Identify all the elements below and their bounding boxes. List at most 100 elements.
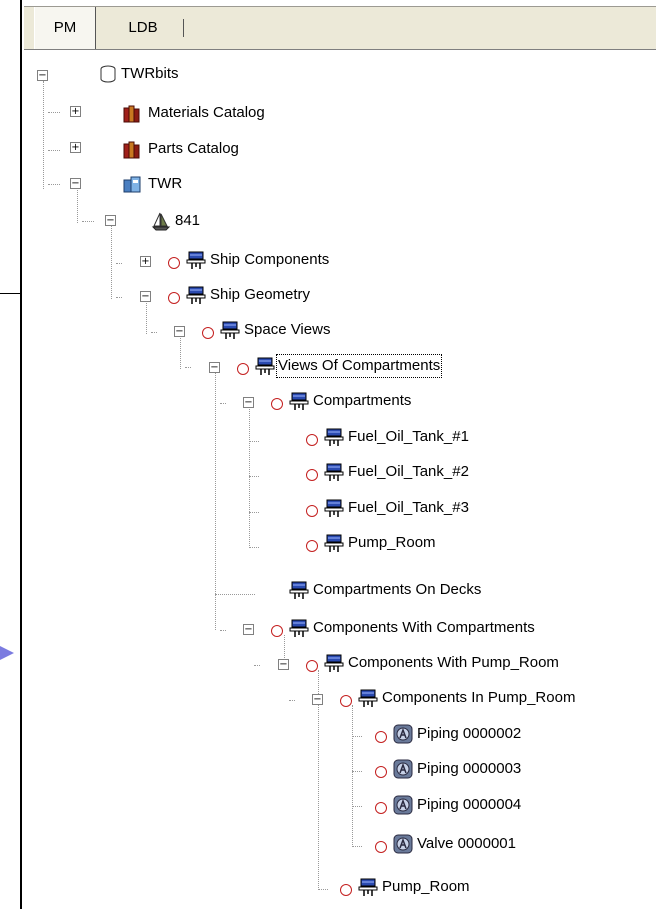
tree-line bbox=[77, 190, 78, 223]
tree-line bbox=[249, 547, 259, 548]
catalog-books-icon bbox=[123, 141, 140, 159]
tree-node-components-with-pump-room[interactable]: Components With Pump_Room bbox=[348, 653, 559, 673]
tree-node-piping-0000004[interactable]: Piping 0000004 bbox=[417, 795, 521, 815]
status-circle-icon bbox=[271, 398, 283, 410]
tree-node-twrbits[interactable]: TWRbits bbox=[121, 64, 179, 84]
tree-line bbox=[352, 736, 362, 737]
tree-node-valve-0000001[interactable]: Valve 0000001 bbox=[417, 834, 516, 854]
status-circle-icon bbox=[237, 363, 249, 375]
external-connector-line bbox=[0, 293, 22, 294]
ship-icon bbox=[151, 212, 171, 231]
system-folder-icon bbox=[358, 878, 378, 896]
tree-node-parts-catalog[interactable]: Parts Catalog bbox=[148, 139, 239, 159]
system-folder-icon bbox=[289, 392, 309, 410]
tree-line bbox=[352, 846, 362, 847]
tree-line bbox=[318, 889, 328, 890]
tree-expander[interactable]: − bbox=[105, 215, 116, 226]
system-folder-icon bbox=[186, 251, 206, 269]
system-folder-icon bbox=[358, 689, 378, 707]
tree-expander[interactable]: − bbox=[140, 291, 151, 302]
tree-expander[interactable]: + bbox=[70, 106, 81, 117]
tree-line bbox=[352, 705, 353, 847]
status-circle-icon bbox=[202, 327, 214, 339]
tree-node-fuel-oil-tank-1[interactable]: Fuel_Oil_Tank_#1 bbox=[348, 427, 469, 447]
tree-node-compartments[interactable]: Compartments bbox=[313, 391, 411, 411]
tree-line bbox=[48, 150, 60, 151]
tab-ldb[interactable]: LDB bbox=[108, 7, 184, 49]
status-circle-icon bbox=[306, 660, 318, 672]
system-folder-icon bbox=[324, 534, 344, 552]
tree-node-components-with-compartments[interactable]: Components With Compartments bbox=[313, 618, 535, 638]
tree-line bbox=[185, 367, 191, 368]
system-folder-icon bbox=[289, 581, 309, 599]
system-folder-icon bbox=[324, 463, 344, 481]
tree-expander[interactable]: − bbox=[70, 178, 81, 189]
system-folder-icon bbox=[255, 357, 275, 375]
tree-line bbox=[215, 594, 255, 595]
status-circle-icon bbox=[168, 292, 180, 304]
catalog-books-icon bbox=[123, 105, 140, 123]
tree-line bbox=[43, 81, 44, 189]
tree-node-fuel-oil-tank-2[interactable]: Fuel_Oil_Tank_#2 bbox=[348, 462, 469, 482]
tree-expander[interactable]: − bbox=[312, 694, 323, 705]
status-circle-icon bbox=[306, 434, 318, 446]
status-circle-icon bbox=[306, 540, 318, 552]
tree-line bbox=[220, 630, 226, 631]
system-folder-icon bbox=[324, 499, 344, 517]
tree-node-twr[interactable]: TWR bbox=[148, 174, 182, 194]
tree-line bbox=[254, 665, 260, 666]
workspace-tree: − TWRbits + Materials Catalog + Parts Ca… bbox=[22, 50, 656, 909]
tree-expander[interactable]: + bbox=[140, 256, 151, 267]
tree-line bbox=[249, 512, 259, 513]
tree-node-ship-geometry[interactable]: Ship Geometry bbox=[210, 285, 310, 305]
tab-bar: PM LDB bbox=[24, 6, 656, 50]
tree-node-ship-components[interactable]: Ship Components bbox=[210, 250, 329, 270]
piping-run-icon bbox=[393, 724, 413, 744]
tree-expander[interactable]: − bbox=[243, 624, 254, 635]
tree-line bbox=[48, 184, 60, 185]
tree-line bbox=[151, 332, 157, 333]
tree-line bbox=[289, 700, 295, 701]
system-folder-icon bbox=[324, 428, 344, 446]
tab-pm[interactable]: PM bbox=[34, 7, 96, 49]
tree-line bbox=[111, 225, 112, 299]
tree-expander[interactable]: − bbox=[243, 397, 254, 408]
system-folder-icon bbox=[186, 286, 206, 304]
tree-line bbox=[116, 263, 122, 264]
status-circle-icon bbox=[306, 469, 318, 481]
tree-node-pump-room-2[interactable]: Pump_Room bbox=[382, 877, 470, 897]
plant-folder-icon bbox=[123, 176, 141, 193]
tree-expander[interactable]: − bbox=[209, 362, 220, 373]
tree-line bbox=[249, 476, 259, 477]
tree-node-space-views[interactable]: Space Views bbox=[244, 320, 330, 340]
tree-line bbox=[82, 221, 94, 222]
tree-expander[interactable]: − bbox=[174, 326, 185, 337]
tree-node-compartments-on-decks[interactable]: Compartments On Decks bbox=[313, 580, 481, 600]
tree-expander[interactable]: + bbox=[70, 142, 81, 153]
tree-expander[interactable]: − bbox=[37, 70, 48, 81]
status-circle-icon bbox=[375, 802, 387, 814]
tree-line bbox=[249, 407, 250, 548]
piping-run-icon bbox=[393, 834, 413, 854]
database-icon bbox=[100, 65, 116, 83]
tree-node-piping-0000002[interactable]: Piping 0000002 bbox=[417, 724, 521, 744]
tree-line bbox=[220, 403, 226, 404]
tree-line bbox=[48, 112, 60, 113]
tree-line bbox=[146, 301, 147, 334]
tree-node-views-of-compartments[interactable]: Views Of Compartments bbox=[275, 354, 443, 378]
tree-expander[interactable]: − bbox=[278, 659, 289, 670]
tree-node-841[interactable]: 841 bbox=[175, 211, 200, 231]
status-circle-icon bbox=[168, 257, 180, 269]
tree-node-materials-catalog[interactable]: Materials Catalog bbox=[148, 103, 265, 123]
tree-line bbox=[180, 336, 181, 369]
piping-run-icon bbox=[393, 759, 413, 779]
status-circle-icon bbox=[340, 695, 352, 707]
tree-node-fuel-oil-tank-3[interactable]: Fuel_Oil_Tank_#3 bbox=[348, 498, 469, 518]
tree-node-piping-0000003[interactable]: Piping 0000003 bbox=[417, 759, 521, 779]
status-circle-icon bbox=[340, 884, 352, 896]
workspace-panel: PM LDB − TWRbits + Materials Catalog + P… bbox=[20, 0, 656, 909]
status-circle-icon bbox=[375, 766, 387, 778]
tree-node-pump-room[interactable]: Pump_Room bbox=[348, 533, 436, 553]
tree-line bbox=[249, 441, 259, 442]
tree-node-components-in-pump-room[interactable]: Components In Pump_Room bbox=[382, 688, 575, 708]
